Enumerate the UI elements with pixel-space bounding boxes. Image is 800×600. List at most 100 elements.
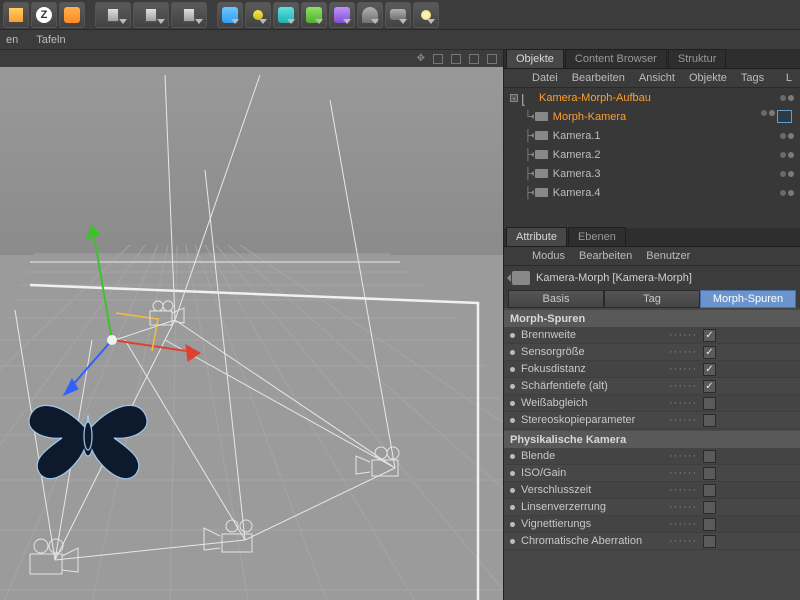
prop-checkbox[interactable] xyxy=(703,467,716,480)
prop-row-iso-gain: ISO/Gain······ xyxy=(504,465,800,482)
bullet-icon xyxy=(510,471,515,476)
attr-menu-bearbeiten[interactable]: Bearbeiten xyxy=(579,250,632,262)
obj-menu-datei[interactable]: Datei xyxy=(532,72,558,84)
bullet-icon xyxy=(510,488,515,493)
prop-label: ISO/Gain xyxy=(521,467,663,479)
tab-objekte[interactable]: Objekte xyxy=(506,49,564,68)
obj-menu-objekte[interactable]: Objekte xyxy=(689,72,727,84)
bullet-icon xyxy=(510,418,515,423)
prop-checkbox[interactable] xyxy=(703,380,716,393)
objects-panel-menu: Datei Bearbeiten Ansicht Objekte Tags L xyxy=(504,69,800,88)
prop-label: Stereoskopieparameter xyxy=(521,414,663,426)
prop-label: Weißabgleich xyxy=(521,397,663,409)
camera-icon xyxy=(535,131,548,140)
attr-menu-benutzer[interactable]: Benutzer xyxy=(646,250,690,262)
toolbar-btn-render2[interactable] xyxy=(133,2,169,28)
tab-content-browser[interactable]: Content Browser xyxy=(565,49,667,68)
obj-menu-tags[interactable]: Tags xyxy=(741,72,764,84)
toolbar-btn-render3[interactable] xyxy=(171,2,207,28)
attribute-object-title: Kamera-Morph [Kamera-Morph] xyxy=(536,272,692,284)
obj-menu-bearbeiten[interactable]: Bearbeiten xyxy=(572,72,625,84)
prop-checkbox[interactable] xyxy=(703,501,716,514)
camera-icon xyxy=(535,188,548,197)
bullet-icon xyxy=(510,522,515,527)
tab-attribute[interactable]: Attribute xyxy=(506,227,567,246)
prop-checkbox[interactable] xyxy=(703,518,716,531)
camera-wire-4 xyxy=(30,542,40,555)
toolbar-btn-light[interactable] xyxy=(413,2,439,28)
prop-checkbox[interactable] xyxy=(703,450,716,463)
tree-label: Kamera.1 xyxy=(553,130,601,142)
subtab-morph-spuren[interactable]: Morph-Spuren xyxy=(700,290,796,308)
toolbar-btn-generator[interactable] xyxy=(273,2,299,28)
tree-row-kamera4[interactable]: ├ Kamera.4 xyxy=(504,183,800,202)
section-morph-spuren: Morph-Spuren xyxy=(504,310,800,327)
object-tree[interactable]: - Kamera-Morph-Aufbau └ Morph-Kamera ├ K… xyxy=(504,88,800,228)
tree-row-kamera2[interactable]: ├ Kamera.2 xyxy=(504,145,800,164)
camera-morph-tag-icon[interactable] xyxy=(777,110,792,123)
prop-row-sch-rfentiefe-alt-: Schärfentiefe (alt)······ xyxy=(504,378,800,395)
bullet-icon xyxy=(510,384,515,389)
toolbar-btn-z[interactable]: Z xyxy=(31,2,57,28)
prop-row-vignettierungs: Vignettierungs······ xyxy=(504,516,800,533)
tree-row-kamera1[interactable]: ├ Kamera.1 xyxy=(504,126,800,145)
tab-ebenen[interactable]: Ebenen xyxy=(568,227,626,246)
toolbar-btn-deformer[interactable] xyxy=(329,2,355,28)
prop-checkbox[interactable] xyxy=(703,346,716,359)
prop-row-linsenverzerrung: Linsenverzerrung······ xyxy=(504,499,800,516)
prop-checkbox[interactable] xyxy=(703,484,716,497)
prop-label: Brennweite xyxy=(521,329,663,341)
attribute-body: Morph-Spuren Brennweite······Sensorgröße… xyxy=(504,308,800,600)
subbar-item2[interactable]: Tafeln xyxy=(36,34,65,46)
tree-row-morph-kamera[interactable]: └ Morph-Kamera xyxy=(504,107,800,126)
obj-menu-ansicht[interactable]: Ansicht xyxy=(639,72,675,84)
prop-row-chromatische-aberration: Chromatische Aberration······ xyxy=(504,533,800,550)
prop-label: Chromatische Aberration xyxy=(521,535,663,547)
obj-menu-more[interactable]: L xyxy=(786,72,792,84)
subbar: en Tafeln xyxy=(0,30,800,50)
toolbar-btn-prim[interactable] xyxy=(217,2,243,28)
attr-menu-modus[interactable]: Modus xyxy=(532,250,565,262)
objects-panel-tabs: Objekte Content Browser Struktur xyxy=(504,50,800,69)
subtab-basis[interactable]: Basis xyxy=(508,290,604,308)
prop-checkbox[interactable] xyxy=(703,397,716,410)
prop-checkbox[interactable] xyxy=(703,414,716,427)
attribute-panel-menu: Modus Bearbeiten Benutzer xyxy=(504,247,800,266)
prop-label: Vignettierungs xyxy=(521,518,663,530)
camera-wire-2 xyxy=(372,450,382,463)
right-column: Objekte Content Browser Struktur Datei B… xyxy=(504,50,800,600)
subbar-item1[interactable]: en xyxy=(6,34,18,46)
prop-checkbox[interactable] xyxy=(703,535,716,548)
butterfly-mesh xyxy=(18,376,158,499)
prop-row-fokusdistanz: Fokusdistanz······ xyxy=(504,361,800,378)
prop-label: Sensorgröße xyxy=(521,346,663,358)
prop-label: Linsenverzerrung xyxy=(521,501,663,513)
camera-icon xyxy=(535,112,548,121)
attribute-panel-tabs: Attribute Ebenen xyxy=(504,228,800,247)
tree-row-root[interactable]: - Kamera-Morph-Aufbau xyxy=(504,88,800,107)
transform-gizmo[interactable] xyxy=(72,205,82,218)
prop-row-wei-abgleich: Weißabgleich······ xyxy=(504,395,800,412)
toolbar-btn-env[interactable] xyxy=(357,2,383,28)
toolbar-btn-camera[interactable] xyxy=(385,2,411,28)
subtab-tag[interactable]: Tag xyxy=(604,290,700,308)
prop-checkbox[interactable] xyxy=(703,329,716,342)
prop-row-verschlusszeit: Verschlusszeit······ xyxy=(504,482,800,499)
viewport[interactable]: ✥ xyxy=(0,50,504,600)
toolbar-btn-render1[interactable] xyxy=(95,2,131,28)
expand-icon[interactable]: - xyxy=(510,94,518,102)
prop-checkbox[interactable] xyxy=(703,363,716,376)
toolbar-btn-spline[interactable] xyxy=(245,2,271,28)
tree-row-kamera3[interactable]: ├ Kamera.3 xyxy=(504,164,800,183)
camera-wire-3 xyxy=(222,522,232,535)
bullet-icon xyxy=(510,350,515,355)
tree-label: Morph-Kamera xyxy=(553,111,626,123)
toolbar-btn-mograph[interactable] xyxy=(301,2,327,28)
prop-row-sensorgr-e: Sensorgröße······ xyxy=(504,344,800,361)
bullet-icon xyxy=(510,367,515,372)
tab-struktur[interactable]: Struktur xyxy=(668,49,727,68)
bullet-icon xyxy=(510,539,515,544)
tree-label: Kamera.2 xyxy=(553,149,601,161)
toolbar-btn-axis[interactable] xyxy=(3,2,29,28)
toolbar-btn-cube[interactable] xyxy=(59,2,85,28)
